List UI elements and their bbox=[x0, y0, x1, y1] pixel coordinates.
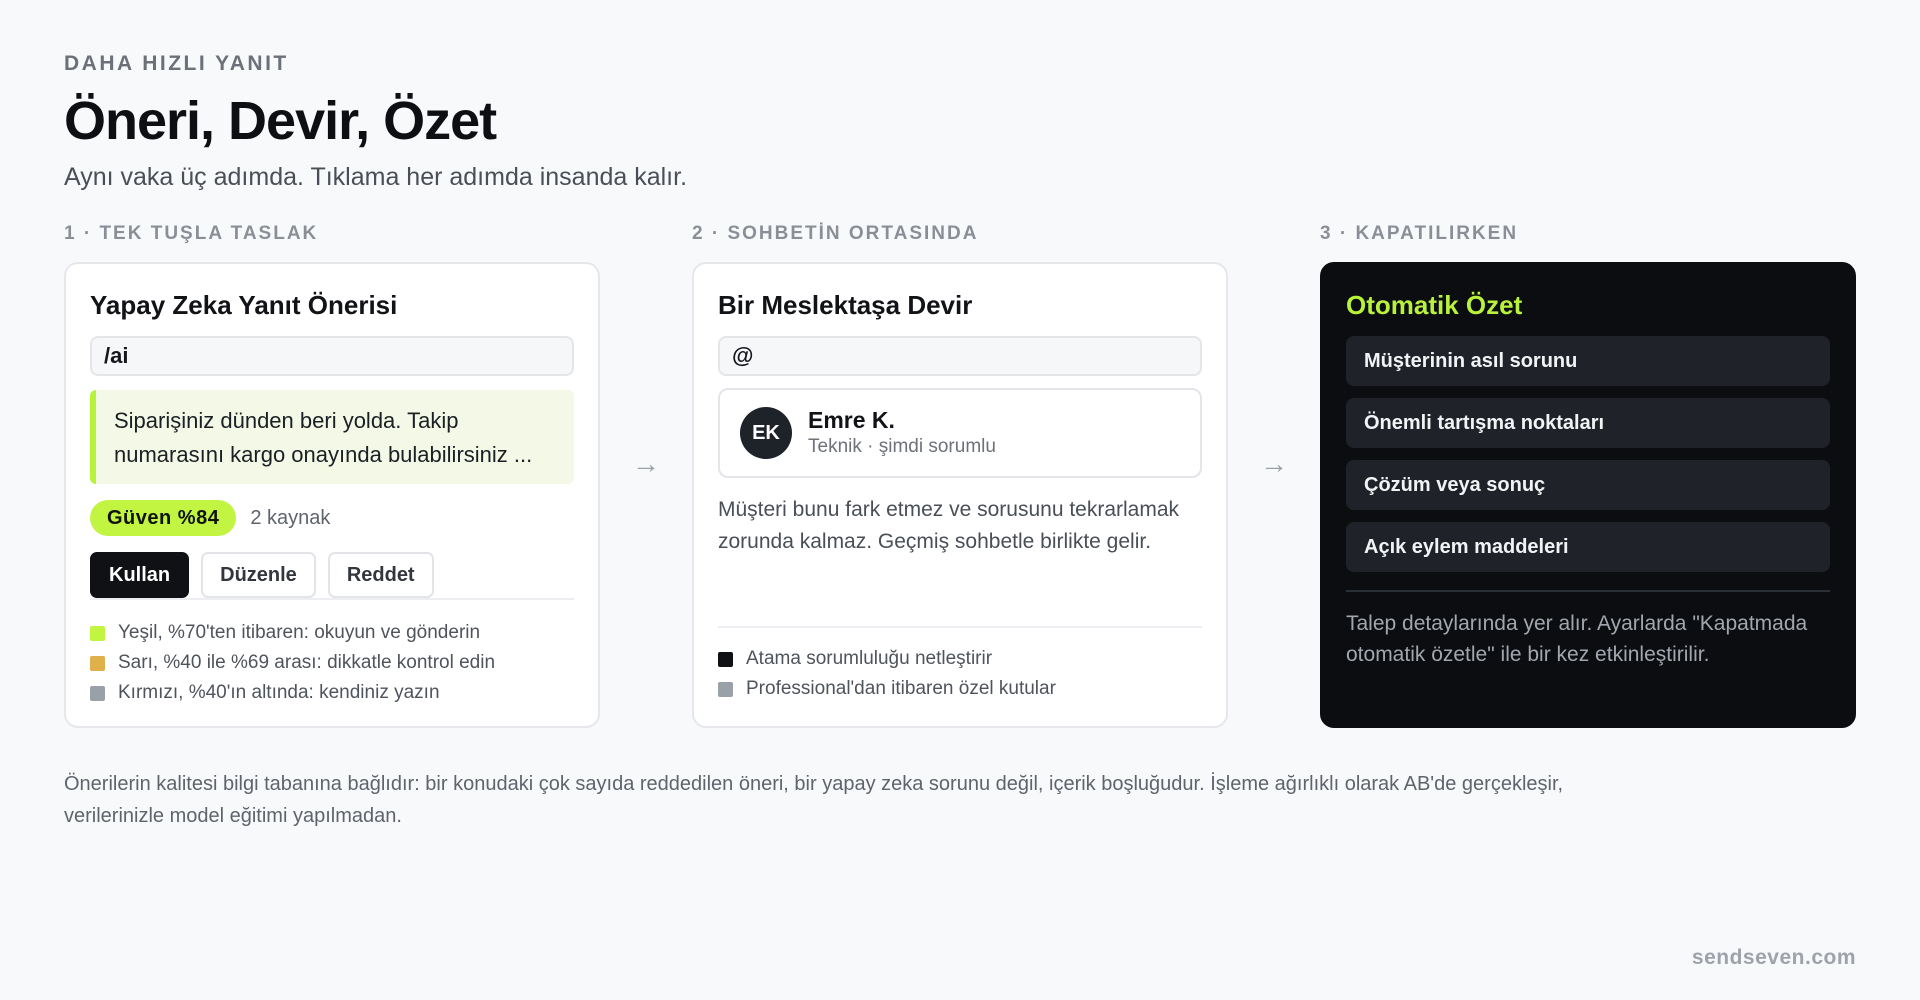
arrow-right-icon: → bbox=[1260, 448, 1288, 479]
step-summary: 3 · KAPATILIRKEN Otomatik Özet Müşterini… bbox=[1320, 222, 1856, 728]
step-suggest: 1 · TEK TUŞLA TASLAK Yapay Zeka Yanıt Ön… bbox=[64, 222, 600, 728]
avatar: EK bbox=[740, 407, 792, 459]
ai-suggestion-card: Yapay Zeka Yanıt Önerisi /ai Siparişiniz… bbox=[64, 262, 600, 728]
confidence-badge: Güven %84 bbox=[90, 500, 237, 536]
suggestion-line: Siparişiniz dünden beri yolda. Takip bbox=[114, 408, 459, 433]
step-handoff: 2 · SOHBETİN ORTASINDA Bir Meslektaşa De… bbox=[692, 222, 1228, 728]
gray-square-icon bbox=[718, 681, 733, 697]
page-title: Öneri, Devir, Özet bbox=[64, 91, 497, 151]
suggestion-line: numarasını kargo onayında bulabilirsiniz… bbox=[114, 442, 533, 467]
page-subtitle: Aynı vaka üç adımda. Tıklama her adımda … bbox=[64, 163, 688, 191]
confidence-legend: Yeşil, %70'ten itibaren: okuyun ve gönde… bbox=[90, 618, 574, 708]
step-label: 3 · KAPATILIRKEN bbox=[1320, 223, 1519, 244]
summary-item: Çözüm veya sonuç bbox=[1346, 460, 1830, 510]
confidence-row: Güven %84 2 kaynak bbox=[90, 500, 574, 536]
agent-name: Emre K. bbox=[808, 407, 895, 433]
legend-item: Atama sorumluluğu netleştirir bbox=[718, 644, 1056, 674]
use-button[interactable]: Kullan bbox=[90, 552, 190, 598]
step-label: 1 · TEK TUŞLA TASLAK bbox=[64, 223, 319, 244]
handoff-legend: Atama sorumluluğu netleştirir Profession… bbox=[718, 644, 1056, 704]
legend-text: Professional'dan itibaren özel kutular bbox=[746, 678, 1056, 699]
legend-item: Sarı, %40 ile %69 arası: dikkatle kontro… bbox=[90, 648, 574, 678]
legend-text: Yeşil, %70'ten itibaren: okuyun ve gönde… bbox=[118, 622, 481, 643]
footnote: Önerilerin kalitesi bilgi tabanına bağlı… bbox=[64, 773, 1564, 827]
divider bbox=[1346, 590, 1830, 592]
legend-item: Kırmızı, %40'ın altında: kendiniz yazın bbox=[90, 678, 574, 708]
sources-count[interactable]: 2 kaynak bbox=[250, 507, 330, 530]
gray-square-icon bbox=[90, 685, 105, 701]
legend-text: Atama sorumluluğu netleştirir bbox=[746, 648, 993, 669]
legend-text: Kırmızı, %40'ın altında: kendiniz yazın bbox=[118, 682, 440, 703]
mention-input[interactable]: @ bbox=[718, 336, 1202, 376]
handoff-card: Bir Meslektaşa Devir @ EK Emre K. Teknik… bbox=[692, 262, 1228, 728]
legend-item: Professional'dan itibaren özel kutular bbox=[718, 674, 1056, 704]
divider bbox=[718, 626, 1202, 628]
agent-option[interactable]: EK Emre K. Teknik · şimdi sorumlu bbox=[718, 388, 1202, 478]
card-title: Otomatik Özet bbox=[1346, 290, 1523, 320]
arrow-right-icon: → bbox=[632, 448, 660, 479]
suggestion-text: Siparişiniz dünden beri yolda. Takip num… bbox=[90, 390, 574, 484]
action-buttons: Kullan Düzenle Reddet bbox=[90, 552, 574, 600]
eyebrow: DAHA HIZLI YANIT bbox=[64, 52, 289, 75]
edit-button[interactable]: Düzenle bbox=[201, 552, 316, 598]
agent-role: Teknik · şimdi sorumlu bbox=[808, 436, 996, 457]
command-input[interactable]: /ai bbox=[90, 336, 574, 376]
auto-summary-card: Otomatik Özet Müşterinin asıl sorunu Öne… bbox=[1320, 262, 1856, 728]
summary-note: Talep detaylarında yer alır. Ayarlarda "… bbox=[1346, 612, 1808, 666]
summary-item: Açık eylem maddeleri bbox=[1346, 522, 1830, 572]
summary-item: Önemli tartışma noktaları bbox=[1346, 398, 1830, 448]
page: DAHA HIZLI YANIT Öneri, Devir, Özet Aynı… bbox=[0, 0, 1920, 1000]
reject-button[interactable]: Reddet bbox=[327, 552, 434, 598]
step-label: 2 · SOHBETİN ORTASINDA bbox=[692, 223, 979, 244]
card-title: Yapay Zeka Yanıt Önerisi bbox=[90, 290, 398, 320]
legend-item: Yeşil, %70'ten itibaren: okuyun ve gönde… bbox=[90, 618, 574, 648]
black-square-icon bbox=[718, 651, 733, 667]
card-title: Bir Meslektaşa Devir bbox=[718, 290, 973, 320]
steps-row: 1 · TEK TUŞLA TASLAK Yapay Zeka Yanıt Ön… bbox=[64, 222, 1856, 742]
green-square-icon bbox=[90, 625, 105, 641]
handoff-description: Müşteri bunu fark etmez ve sorusunu tekr… bbox=[718, 498, 1180, 553]
summary-item: Müşterinin asıl sorunu bbox=[1346, 336, 1830, 386]
brand-link[interactable]: sendseven.com bbox=[1692, 946, 1856, 970]
legend-text: Sarı, %40 ile %69 arası: dikkatle kontro… bbox=[118, 652, 496, 673]
yellow-square-icon bbox=[90, 655, 105, 671]
